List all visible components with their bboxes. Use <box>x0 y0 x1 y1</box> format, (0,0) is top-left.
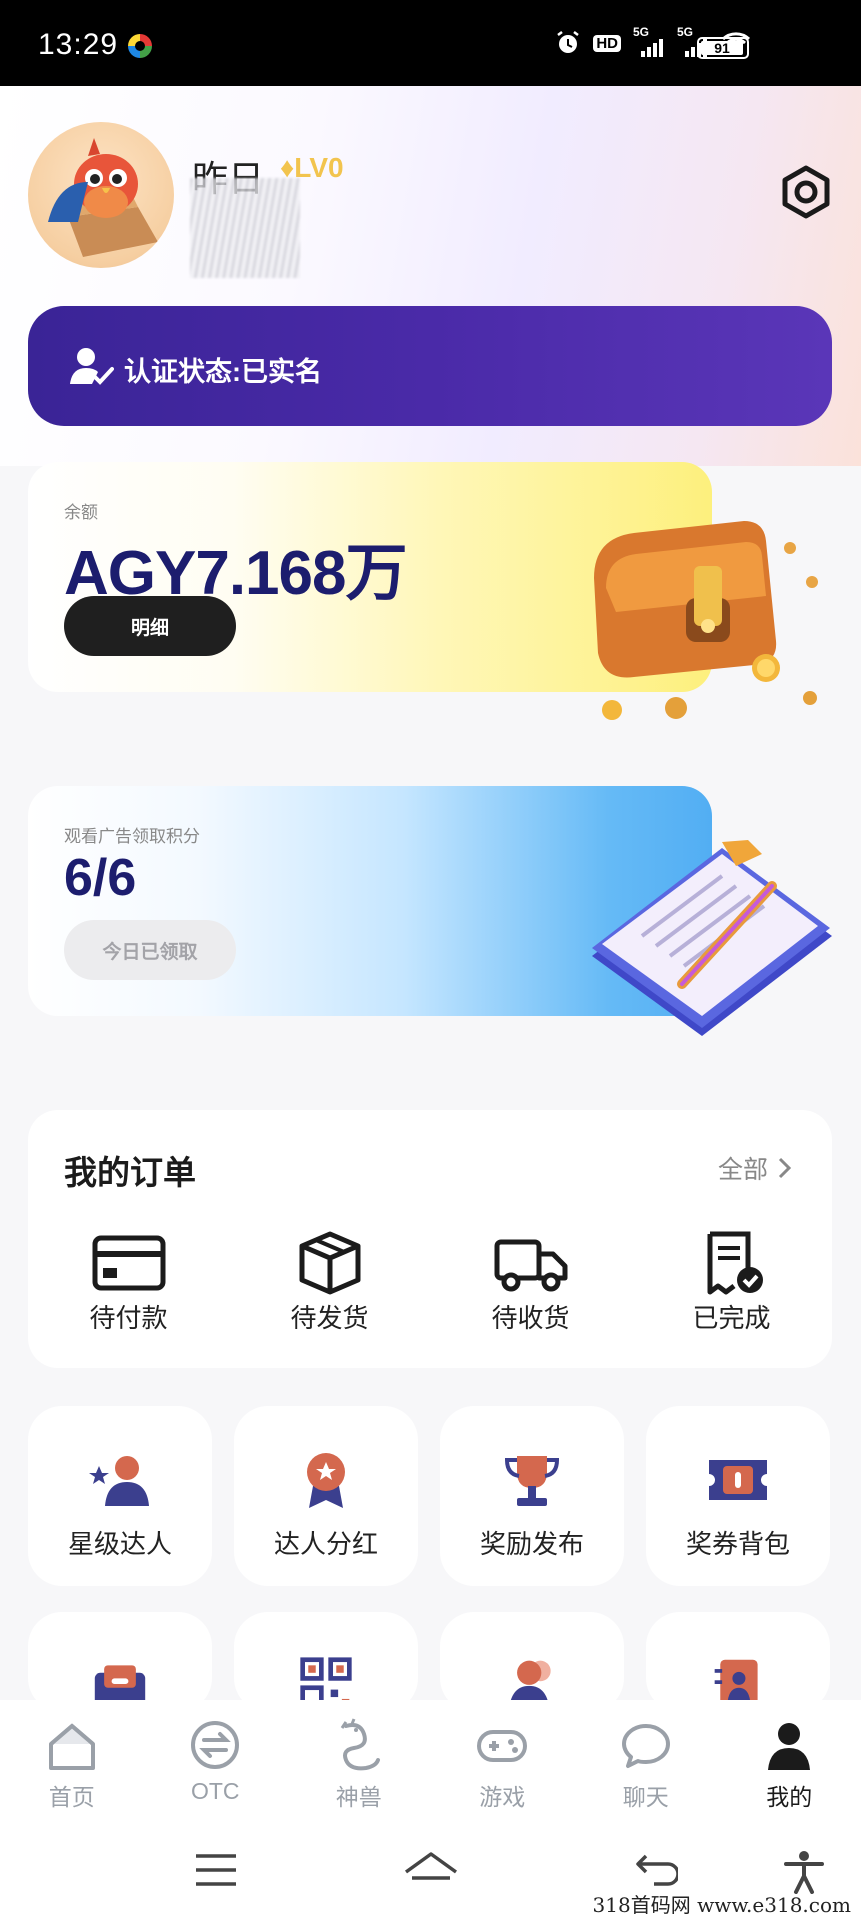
dragon-icon <box>340 1718 380 1771</box>
exchange-icon <box>191 1721 240 1769</box>
nav-game[interactable]: 游戏 <box>431 1700 575 1824</box>
gamepad-icon <box>477 1730 528 1762</box>
trophy-icon <box>504 1456 560 1506</box>
masked-user-id <box>190 178 300 278</box>
receipt-check-icon <box>707 1231 763 1295</box>
feature-reward-publish[interactable]: 奖励发布 <box>440 1406 624 1586</box>
back-icon[interactable] <box>634 1850 678 1890</box>
feature-ticket-bag[interactable]: 奖券背包 <box>646 1406 830 1586</box>
feature-row2-item-1[interactable] <box>28 1612 212 1712</box>
verified-user-icon <box>70 348 114 385</box>
avatar[interactable] <box>28 122 174 268</box>
ad-reward-label: 观看广告领取积分 <box>64 827 200 846</box>
nav-beast[interactable]: 神兽 <box>287 1700 431 1824</box>
battery-icon: 91 <box>697 37 749 59</box>
clipboard-illustration <box>592 840 832 1036</box>
verification-status-text: 认证状态:已实名 <box>124 357 322 387</box>
feature-row2-item-2[interactable] <box>234 1612 418 1712</box>
box-icon <box>299 1231 360 1295</box>
feature-row2-item-3[interactable] <box>440 1612 624 1712</box>
user-icon <box>768 1723 811 1770</box>
nav-otc[interactable]: OTC <box>144 1700 288 1824</box>
nav-chat[interactable]: 聊天 <box>574 1700 718 1824</box>
order-pending-payment[interactable]: 待付款 <box>28 1230 229 1335</box>
menu-icon[interactable] <box>194 1850 238 1890</box>
watermark-text: 318首码网 www.e318.com <box>592 1893 851 1917</box>
nav-home[interactable]: 首页 <box>0 1700 144 1824</box>
feature-star-expert[interactable]: 星级达人 <box>28 1406 212 1586</box>
status-time: 13:29 <box>38 28 119 61</box>
chat-icon <box>621 1724 670 1768</box>
order-completed[interactable]: 已完成 <box>631 1230 832 1335</box>
home-button-icon[interactable] <box>402 1850 460 1890</box>
verification-banner[interactable]: 认证状态:已实名 <box>28 306 832 426</box>
my-orders-card: 我的订单 全部 待付款 待发货 待收货 已完成 <box>28 1110 832 1368</box>
claimed-today-button[interactable]: 今日已领取 <box>64 920 236 980</box>
card-icon <box>92 1235 165 1291</box>
parrot-avatar-icon <box>48 138 158 257</box>
order-pending-shipment[interactable]: 待发货 <box>229 1230 430 1335</box>
status-bar: 13:29 HD 5G 5G 91 <box>0 0 861 86</box>
wallet-illustration <box>594 521 818 720</box>
medal-icon <box>307 1453 345 1508</box>
truck-icon <box>494 1239 567 1292</box>
balance-detail-button[interactable]: 明细 <box>64 596 236 656</box>
chevron-right-icon <box>778 1157 792 1179</box>
app-notification-icon <box>128 34 152 58</box>
hd-icon: HD <box>593 34 621 52</box>
alarm-icon <box>557 31 580 53</box>
balance-label: 余额 <box>64 503 98 522</box>
orders-title: 我的订单 <box>64 1154 196 1191</box>
ticket-icon <box>709 1460 767 1500</box>
bottom-navigation: 首页 OTC 神兽 游戏 聊天 我的 <box>0 1700 861 1824</box>
nav-me[interactable]: 我的 <box>718 1700 861 1824</box>
signal-5g-1-icon: 5G <box>633 25 665 57</box>
ad-reward-count: 6/6 <box>64 849 137 907</box>
accessibility-icon[interactable] <box>784 1850 824 1894</box>
feature-row2-item-4[interactable] <box>646 1612 830 1712</box>
order-pending-receipt[interactable]: 待收货 <box>430 1230 631 1335</box>
system-navigation-bar: 318首码网 www.e318.com <box>0 1824 861 1920</box>
home-icon <box>48 1723 95 1770</box>
feature-expert-dividend[interactable]: 达人分红 <box>234 1406 418 1586</box>
settings-icon[interactable] <box>778 164 834 220</box>
star-user-icon <box>89 1456 149 1506</box>
orders-view-all[interactable]: 全部 <box>718 1150 792 1186</box>
